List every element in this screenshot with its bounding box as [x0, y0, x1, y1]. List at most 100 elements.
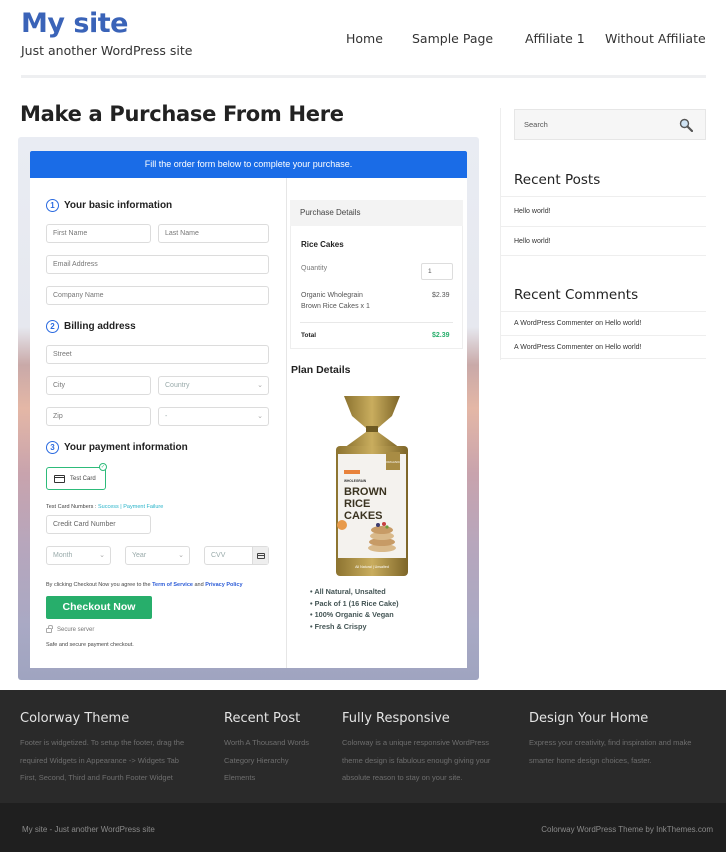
recent-comment-item: A WordPress Commenter on Hello world! [500, 335, 706, 359]
total-label: Total [301, 332, 317, 339]
agree-prefix: By clicking Checkout Now you agree to th… [46, 582, 151, 588]
page-title: Make a Purchase From Here [20, 102, 344, 126]
step-number-icon: 2 [46, 320, 59, 333]
footer-site-credit[interactable]: My site - Just another WordPress site [22, 825, 155, 834]
footer-post-link[interactable]: Elements [224, 769, 309, 787]
product-name: Rice Cakes [301, 240, 344, 249]
comment-author-link[interactable]: A WordPress Commenter [514, 320, 593, 327]
cvv-field[interactable]: CVV [204, 546, 269, 565]
zip-field[interactable]: Zip [46, 407, 151, 426]
state-select[interactable]: - ⌄ [158, 407, 269, 426]
terms-link[interactable]: Term of Service [152, 582, 193, 588]
footer-col-text: Footer is widgetized. To setup the foote… [20, 734, 184, 787]
month-select-value: Month [53, 552, 73, 559]
main-nav: Home Sample Page Affiliate 1 Without Aff… [0, 31, 726, 51]
footer-col-text: Express your creativity, find inspiratio… [529, 734, 691, 769]
step-label: Billing address [64, 321, 136, 332]
footer-col-title: Recent Post [224, 711, 301, 726]
item-price: $2.39 [432, 292, 450, 299]
step-number-icon: 3 [46, 441, 59, 454]
comment-on: on [595, 344, 603, 351]
pack-text-line3: CAKES [344, 510, 383, 522]
comment-post-link[interactable]: Hello world! [605, 320, 642, 327]
feature-item: • Fresh & Crispy [310, 621, 367, 631]
test-card-option[interactable]: Test Card [46, 467, 106, 490]
first-name-field[interactable]: First Name [46, 224, 151, 243]
separator: | [120, 504, 122, 510]
card-icon [252, 547, 268, 564]
site-header: My site Just another WordPress site Home… [0, 0, 726, 80]
header-divider [21, 75, 706, 78]
checkout-now-button[interactable]: Checkout Now [46, 596, 152, 619]
success-link[interactable]: Success [98, 504, 119, 510]
country-select[interactable]: Country ⌄ [158, 376, 269, 395]
card-number-field[interactable]: Credit Card Number [46, 515, 151, 534]
month-select[interactable]: Month ⌄ [46, 546, 111, 565]
footer-line: Express your creativity, find inspiratio… [529, 738, 692, 747]
search-icon[interactable] [679, 118, 693, 132]
plan-features: • All Natural, Unsalted • Pack of 1 (16 … [310, 586, 399, 632]
last-name-field[interactable]: Last Name [158, 224, 269, 243]
test-card-label: Test Card [70, 475, 96, 482]
footer-post-link[interactable]: Worth A Thousand Words [224, 734, 309, 752]
year-select[interactable]: Year ⌄ [125, 546, 190, 565]
column-divider [286, 178, 287, 668]
nav-item-home[interactable]: Home [346, 31, 383, 46]
quantity-input[interactable]: 1 [421, 263, 453, 280]
form-banner: Fill the order form below to complete yo… [30, 151, 467, 178]
total-value: $2.39 [432, 332, 450, 339]
search-placeholder: Search [524, 120, 548, 129]
credit-card-icon [54, 474, 65, 483]
footer-col-title: Design Your Home [529, 711, 649, 726]
item-description-line2: Brown Rice Cakes x 1 [301, 303, 370, 310]
step-basic-info-title: 1 Your basic information [46, 199, 172, 212]
step-payment-title: 3 Your payment information [46, 441, 188, 454]
search-input[interactable]: Search [514, 109, 706, 140]
company-field[interactable]: Company Name [46, 286, 269, 305]
pack-text-line2: RICE [344, 498, 370, 510]
footer-line: smarter home design choices, faster. [529, 755, 652, 765]
footer-col-text: Colorway is a unique responsive WordPres… [342, 734, 490, 787]
feature-item: • Pack of 1 (16 Rice Cake) [310, 598, 399, 608]
recent-comments-title: Recent Comments [514, 287, 639, 303]
nav-item-affiliate-1[interactable]: Affiliate 1 [525, 31, 585, 46]
footer-line: First, Second, Third and Fourth Footer W… [20, 773, 173, 782]
chevron-down-icon: ⌄ [99, 552, 105, 559]
step-billing-title: 2 Billing address [46, 320, 136, 333]
pack-text-top: WHOLEGRAIN [344, 479, 367, 483]
feature-item: • All Natural, Unsalted [310, 587, 386, 596]
email-field[interactable]: Email Address [46, 255, 269, 274]
agreement-text: By clicking Checkout Now you agree to th… [46, 582, 243, 588]
street-field[interactable]: Street [46, 345, 269, 364]
nav-item-sample-page[interactable]: Sample Page [412, 31, 493, 46]
purchase-details-header: Purchase Details [290, 200, 463, 226]
nav-item-without-affiliate[interactable]: Without Affiliate [605, 31, 706, 46]
privacy-link[interactable]: Privacy Policy [205, 582, 242, 588]
chevron-down-icon: ⌄ [257, 413, 263, 420]
footer-post-link[interactable]: Category Hierarchy [224, 752, 309, 770]
secure-server: Secure server [46, 625, 95, 633]
year-select-value: Year [132, 552, 147, 559]
footer-col-title: Fully Responsive [342, 711, 450, 726]
quantity-label: Quantity [301, 265, 328, 272]
recent-post-link[interactable]: Hello world! [500, 226, 706, 256]
comment-author-link[interactable]: A WordPress Commenter [514, 344, 593, 351]
footer-theme-credit[interactable]: Colorway WordPress Theme by InkThemes.co… [541, 825, 713, 834]
organic-tag: ORGANIC [386, 460, 401, 464]
chevron-down-icon: ⌄ [178, 552, 184, 559]
payment-failure-link[interactable]: Payment Failure [123, 504, 163, 510]
secure-server-label: Secure server [57, 626, 95, 633]
recent-comment-item: A WordPress Commenter on Hello world! [500, 311, 706, 335]
pack-text-bottom: All Natural | Unsalted [355, 565, 389, 569]
item-description-line1: Organic Wholegrain [301, 292, 363, 299]
country-select-value: Country [165, 382, 190, 389]
product-image: ORGANIC WHOLEGRAIN BROWN RICE CAKES All … [332, 390, 412, 582]
city-field[interactable]: City [46, 376, 151, 395]
comment-post-link[interactable]: Hello world! [605, 344, 642, 351]
selected-check-icon: ✓ [99, 463, 107, 471]
step-number-icon: 1 [46, 199, 59, 212]
step-label: Your basic information [64, 200, 173, 211]
footer-line: absolute reason to stay on your site. [342, 773, 463, 782]
plan-details-title: Plan Details [291, 364, 351, 376]
recent-post-link[interactable]: Hello world! [500, 196, 706, 226]
